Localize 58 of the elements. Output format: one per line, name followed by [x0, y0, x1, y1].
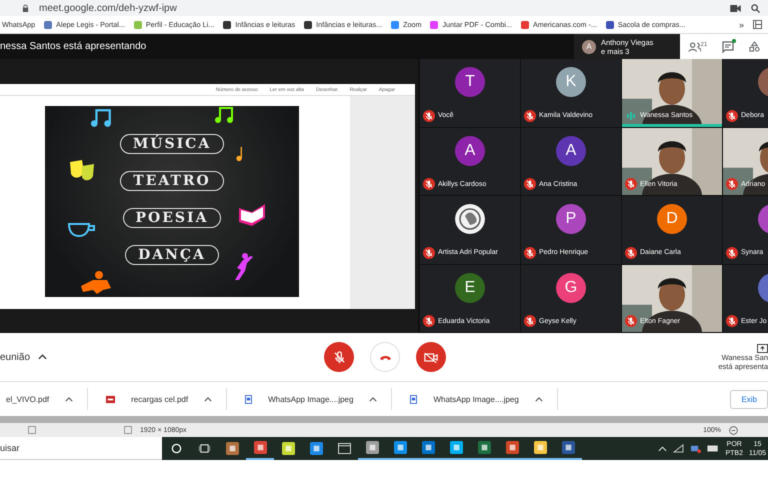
avatar-icon: E [455, 272, 485, 302]
caret-icon[interactable] [204, 396, 212, 402]
lock-icon [22, 4, 29, 12]
music-note-icon [235, 146, 244, 162]
download-file-name[interactable]: el_VIVO.pdf [0, 394, 56, 404]
music-note-icon [215, 106, 235, 124]
music-note-icon [90, 108, 114, 128]
task-view-icon [198, 443, 210, 454]
meeting-details-label[interactable]: eunião [0, 352, 30, 362]
zoom-out-icon[interactable] [729, 426, 738, 434]
show-all-button[interactable]: Exib [730, 390, 768, 408]
reading-list-icon[interactable] [753, 20, 762, 29]
present-screen-icon[interactable] [757, 344, 768, 352]
chat-icon[interactable] [722, 40, 734, 52]
pdf-file-icon [106, 394, 116, 404]
poster-banner: MÚSICA [120, 134, 224, 154]
avatar-icon: A [455, 136, 485, 166]
avatar-icon: P [556, 204, 586, 234]
download-file-name[interactable]: WhatsApp Image....jpeg [427, 394, 525, 404]
download-file-name[interactable]: WhatsApp Image....jpeg [262, 394, 360, 404]
download-file-name[interactable]: recargas cel.pdf [125, 394, 194, 404]
caret-icon[interactable] [38, 354, 48, 360]
battery-icon[interactable] [707, 445, 720, 452]
caret-icon[interactable] [65, 396, 74, 402]
people-icon[interactable] [688, 42, 701, 52]
poster-banner: DANÇA [125, 245, 219, 265]
activities-icon[interactable] [749, 41, 760, 52]
image-file-icon [410, 394, 418, 404]
book-icon [237, 202, 267, 226]
caret-icon[interactable] [534, 396, 543, 402]
mic-icon [332, 350, 346, 364]
checkbox-icon [28, 426, 36, 434]
more-bookmarks-button[interactable]: » [738, 20, 744, 30]
poster-banner: TEATRO [120, 171, 224, 191]
image-file-icon [245, 394, 252, 404]
avatar-icon: G [556, 272, 586, 302]
search-field[interactable]: uisar [0, 437, 162, 460]
avatar-icon: D [657, 204, 687, 234]
window-icon [338, 443, 350, 454]
avatar-icon: A [556, 136, 586, 166]
wifi-icon[interactable] [673, 444, 684, 453]
presenting-label: nessa Santos está apresentando [0, 41, 146, 52]
camera-icon[interactable] [730, 4, 741, 12]
poster-banner: POESIA [122, 208, 222, 228]
phone-icon [378, 354, 392, 360]
camera-icon [424, 352, 438, 362]
circle-icon [170, 443, 182, 454]
caret-icon[interactable] [369, 396, 378, 402]
zoom-icon[interactable] [751, 4, 760, 12]
avatar-icon: T [455, 67, 485, 97]
url-text[interactable]: meet.google.com/deh-yzwf-ipw [39, 2, 177, 14]
network-icon[interactable] [690, 444, 702, 453]
image-size-icon [124, 426, 132, 434]
microphone-button[interactable] [324, 342, 354, 372]
avatar-icon: K [556, 67, 586, 97]
hang-up-button[interactable] [370, 342, 400, 372]
avatar-icon: A [582, 40, 596, 54]
camera-button[interactable] [416, 342, 446, 372]
